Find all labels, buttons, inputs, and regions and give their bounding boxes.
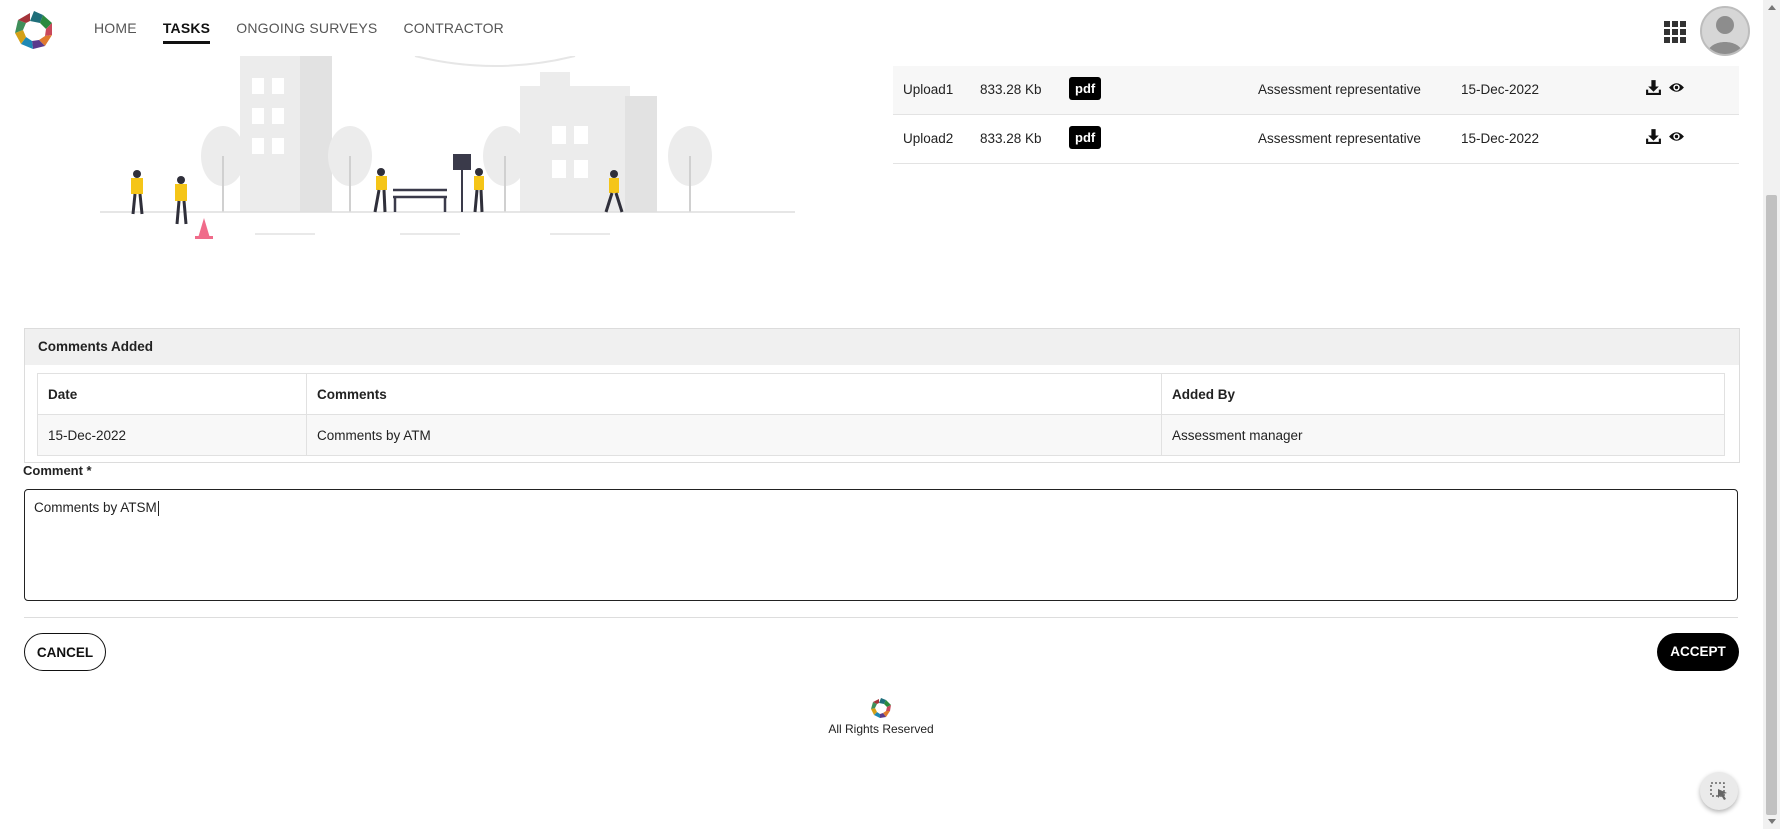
table-row: 15-Dec-2022 Comments by ATM Assessment m… [37,414,1725,456]
user-avatar-icon[interactable] [1700,6,1750,56]
city-workers-illustration [100,56,795,239]
divider [24,617,1738,618]
nav-contractor[interactable]: CONTRACTOR [403,20,504,44]
company-logo[interactable] [12,9,56,51]
grid-icon[interactable] [1663,20,1687,44]
uploaded-by: Assessment representative [1258,82,1421,97]
column-header-added-by: Added By [1161,373,1725,415]
eye-icon[interactable] [1668,79,1685,96]
upload-actions [1645,79,1685,96]
file-type-badge: pdf [1069,126,1102,149]
cursor-select-icon [1710,782,1727,800]
column-header-comments: Comments [306,373,1162,415]
comment-text: Comments by ATM [306,414,1162,456]
comment-textarea[interactable]: Comments by ATSM [24,489,1738,601]
text-caret [157,500,159,516]
nav-tasks[interactable]: TASKS [162,20,211,44]
upload-date: 15-Dec-2022 [1461,82,1540,97]
upload-size: 833.28 Kb [980,82,1042,97]
upload-row: Upload2 833.28 Kb pdf Assessment represe… [893,115,1739,164]
upload-row: Upload1 833.28 Kb pdf Assessment represe… [893,66,1739,115]
upload-date: 15-Dec-2022 [1461,131,1540,146]
comments-table: Date Comments Added By 15-Dec-2022 Comme… [37,373,1725,456]
top-navigation-bar: HOME TASKS ONGOING SURVEYS CONTRACTOR [0,0,1762,60]
cancel-button[interactable]: CANCEL [24,633,106,671]
scroll-up-arrow-icon[interactable] [1768,5,1776,10]
uploaded-by: Assessment representative [1258,131,1421,146]
floating-select-button[interactable] [1700,772,1738,810]
footer-logo [871,698,891,718]
comment-date: 15-Dec-2022 [37,414,307,456]
upload-name: Upload1 [903,82,954,97]
uploads-table: Upload1 833.28 Kb pdf Assessment represe… [893,66,1739,164]
comment-label: Comment * [23,463,92,478]
eye-icon[interactable] [1668,128,1685,145]
scrollbar-thumb[interactable] [1766,195,1777,815]
upload-size: 833.28 Kb [980,131,1042,146]
page-scrollbar[interactable] [1763,0,1780,829]
upload-name: Upload2 [903,131,954,146]
comment-value: Comments by ATSM [34,500,157,515]
upload-actions [1645,128,1685,145]
scroll-down-arrow-icon[interactable] [1768,819,1776,824]
accept-button[interactable]: ACCEPT [1657,633,1739,671]
main-nav: HOME TASKS ONGOING SURVEYS CONTRACTOR [94,20,504,44]
comments-added-card: Comments Added Date Comments Added By 15… [24,328,1740,463]
comments-added-title: Comments Added [25,329,1739,365]
comment-added-by: Assessment manager [1161,414,1725,456]
download-icon[interactable] [1645,128,1662,145]
footer-copyright: All Rights Reserved [828,722,934,736]
file-type-badge: pdf [1069,77,1102,100]
nav-ongoing-surveys[interactable]: ONGOING SURVEYS [236,20,377,44]
download-icon[interactable] [1645,79,1662,96]
column-header-date: Date [37,373,307,415]
nav-home[interactable]: HOME [94,20,137,44]
